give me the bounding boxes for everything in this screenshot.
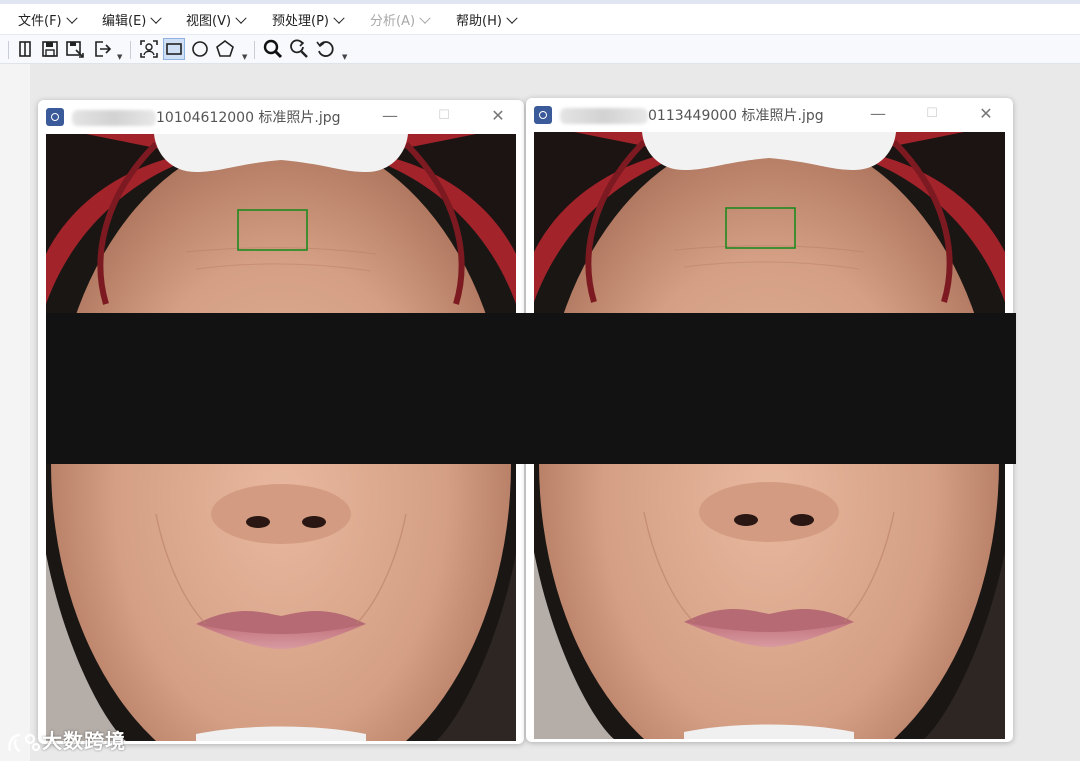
menu-file-label: 文件(F) [18,14,62,29]
dropdown-caret-icon[interactable]: ▼ [342,53,347,61]
roi-select-icon[interactable] [138,38,160,60]
menu-preprocess[interactable]: 预处理(P) [272,12,345,32]
rotate-icon[interactable] [314,38,336,60]
export-icon[interactable] [91,38,113,60]
chevron-down-icon [65,12,78,24]
toolbar-separator [130,41,131,59]
chevron-down-icon [506,12,518,24]
save-as-icon[interactable] [64,38,86,60]
zoom-reset-icon[interactable] [288,38,310,60]
menu-view-label: 视图(V) [186,14,232,29]
blurred-filename-part [560,108,648,124]
rectangle-tool-icon[interactable] [163,38,185,60]
redaction-bar [46,313,1016,464]
chevron-down-icon [419,12,431,24]
watermark-text: 大数跨境 [42,729,126,753]
menu-edit[interactable]: 编辑(E) [102,12,163,32]
menu-preprocess-label: 预处理(P) [272,14,329,29]
window-titlebar[interactable]: 10104612000 标准照片.jpg — ☐ ✕ [38,100,524,132]
blurred-filename-part [72,110,156,126]
dropdown-caret-icon[interactable]: ▼ [242,53,247,61]
watermark-logo-icon [8,733,40,752]
menu-help-label: 帮助(H) [456,14,502,29]
menu-analysis[interactable]: 分析(A) [370,12,431,32]
close-icon[interactable]: ✕ [974,104,998,124]
toolbar: ▼ ▼ ▼ [0,34,1080,64]
zoom-in-icon[interactable] [262,38,284,60]
window-title: 0113449000 标准照片.jpg [648,108,824,124]
ellipse-tool-icon[interactable] [189,38,211,60]
maximize-icon[interactable]: ☐ [432,106,456,126]
menu-help[interactable]: 帮助(H) [456,12,518,32]
watermark: 大数跨境 [6,727,126,755]
menu-bar: 文件(F) 编辑(E) 视图(V) 预处理(P) 分析(A) 帮助(H) [0,0,1080,34]
minimize-icon[interactable]: — [866,104,890,124]
chevron-down-icon [235,12,247,24]
menu-analysis-label: 分析(A) [370,14,416,29]
close-icon[interactable]: ✕ [486,106,510,126]
minimize-icon[interactable]: — [378,106,402,126]
save-icon[interactable] [39,38,61,60]
menu-view[interactable]: 视图(V) [186,12,247,32]
chevron-down-icon [150,12,163,24]
maximize-icon[interactable]: ☐ [920,104,944,124]
panel-toggle-icon[interactable] [14,38,36,60]
app-icon [534,106,552,124]
dropdown-caret-icon[interactable]: ▼ [117,53,122,61]
menu-edit-label: 编辑(E) [102,14,147,29]
left-panel-strip [0,64,30,761]
chevron-down-icon [333,12,345,24]
toolbar-separator [254,41,255,59]
menu-file[interactable]: 文件(F) [18,12,78,32]
polygon-tool-icon[interactable] [214,38,236,60]
window-title: 10104612000 标准照片.jpg [156,110,341,126]
window-titlebar[interactable]: 0113449000 标准照片.jpg — ☐ ✕ [526,98,1013,130]
app-icon [46,108,64,126]
toolbar-separator [8,41,9,59]
